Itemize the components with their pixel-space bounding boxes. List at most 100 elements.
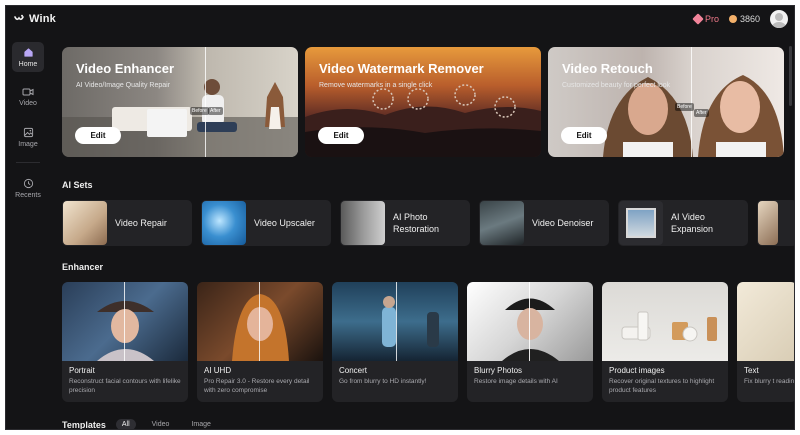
- before-tag: Before: [675, 103, 694, 111]
- enhancer-heading: Enhancer: [62, 262, 104, 272]
- sidebar-item-home[interactable]: Home: [12, 42, 44, 72]
- enhancer-description: Reconstruct facial contours with lifelik…: [69, 378, 181, 394]
- ai-set-video-repair[interactable]: Video Repair: [62, 200, 192, 246]
- enhancer-title: Portrait: [69, 366, 95, 375]
- before-after-divider[interactable]: [205, 47, 206, 157]
- enhancer-title: Product images: [609, 366, 665, 375]
- home-icon: [23, 47, 34, 58]
- ai-uhd-thumbnail: [197, 282, 323, 361]
- image-icon: [23, 127, 34, 138]
- thumbnail: [341, 201, 385, 245]
- account-area: Pro 3860: [692, 10, 788, 28]
- hero-title: Video Retouch: [562, 61, 653, 76]
- coin-count: 3860: [739, 14, 760, 24]
- pro-label: Pro: [704, 14, 719, 24]
- enhancer-card-ai-uhd[interactable]: AI UHD Pro Repair 3.0 - Restore every de…: [197, 282, 323, 402]
- products-illustration: [621, 311, 717, 342]
- edit-button[interactable]: Edit: [561, 127, 607, 144]
- sidebar-item-image[interactable]: Image: [12, 122, 44, 152]
- sidebar-item-recents[interactable]: Recents: [12, 173, 44, 203]
- templates-header: Templates All Video Image: [62, 419, 217, 430]
- thumbnail: [202, 201, 246, 245]
- ai-set-label: AI Photo Restoration: [393, 212, 440, 234]
- enhancer-description: Fix blurry t reading: [744, 378, 795, 385]
- main-content: Before After Video Enhancer AI Video/Ima…: [56, 32, 795, 430]
- enhancer-description: Go from blurry to HD instantly!: [339, 378, 427, 385]
- ai-sets-heading: AI Sets: [62, 180, 93, 190]
- enhancer-title: AI UHD: [204, 366, 232, 375]
- enhancer-title: Blurry Photos: [474, 366, 523, 375]
- thumbnail: [619, 201, 663, 245]
- app-name: Wink: [29, 13, 56, 25]
- avatar[interactable]: [770, 10, 788, 28]
- enhancer-title: Text: [744, 366, 759, 375]
- video-camera-icon: [22, 87, 34, 97]
- sidebar: Home Video Image Recents: [6, 42, 50, 213]
- brand: Wink: [14, 13, 56, 25]
- enhancer-description: Restore image details with AI: [474, 378, 558, 385]
- hero-subtitle: Customized beauty for perfect look: [562, 82, 671, 89]
- ai-set-label: AI Video Expansion: [671, 212, 714, 234]
- enhancer-card-product-images[interactable]: Product images Recover original textures…: [602, 282, 728, 402]
- hero-card-video-enhancer[interactable]: Before After Video Enhancer AI Video/Ima…: [62, 47, 298, 157]
- sidebar-item-video[interactable]: Video: [12, 82, 44, 112]
- title-bar: Wink Pro 3860: [6, 6, 794, 32]
- ai-set-label: Video Repair: [115, 218, 167, 228]
- sidebar-item-label: Home: [18, 60, 38, 68]
- portrait-thumbnail: [62, 282, 188, 361]
- ai-sets-row: Video Repair Video Upscaler AI Photo Res…: [62, 200, 794, 246]
- hero-card-watermark-remover[interactable]: Video Watermark Remover Remove watermark…: [305, 47, 541, 157]
- thumbnail: [63, 201, 107, 245]
- after-tag: After: [208, 107, 223, 115]
- portrait-illustration: [97, 282, 154, 361]
- thumbnail: [480, 201, 524, 245]
- ai-set-video-expansion[interactable]: AI Video Expansion: [618, 200, 748, 246]
- ai-set-label: Video Denoiser: [532, 218, 594, 228]
- templates-heading: Templates: [62, 419, 106, 430]
- portrait-illustration: [502, 282, 559, 361]
- coin-icon: [728, 15, 737, 23]
- blurry-photos-thumbnail: [467, 282, 593, 361]
- product-images-thumbnail: [602, 282, 728, 361]
- after-tag: After: [694, 109, 709, 117]
- hero-subtitle: AI Video/Image Quality Repair: [76, 82, 171, 89]
- sidebar-item-label: Video: [19, 100, 37, 107]
- scrollbar[interactable]: [789, 46, 792, 106]
- ai-set-photo-restoration[interactable]: AI Photo Restoration: [340, 200, 470, 246]
- enhancer-title: Concert: [339, 366, 368, 375]
- before-after-divider[interactable]: [691, 47, 692, 157]
- expansion-frame-icon: [626, 208, 656, 238]
- coin-balance[interactable]: 3860: [728, 14, 760, 24]
- portrait-illustration: [232, 282, 289, 361]
- sidebar-divider: [16, 162, 40, 163]
- before-tag: Before: [190, 107, 209, 115]
- wink-logo-icon: [14, 14, 24, 24]
- thumbnail: [758, 201, 778, 245]
- clock-icon: [23, 178, 34, 189]
- ai-set-video-upscaler[interactable]: Video Upscaler: [201, 200, 331, 246]
- text-thumbnail: [737, 282, 794, 361]
- concert-illustration: [382, 282, 439, 361]
- tab-video[interactable]: Video: [146, 419, 176, 429]
- tab-image[interactable]: Image: [185, 419, 216, 429]
- concert-thumbnail: [332, 282, 458, 361]
- tab-all[interactable]: All: [115, 419, 136, 429]
- enhancer-row: Portrait Reconstruct facial contours wit…: [62, 282, 795, 402]
- hero-banners: Before After Video Enhancer AI Video/Ima…: [56, 47, 794, 159]
- app-window: Wink Pro 3860 Home Video Image Recents B…: [5, 5, 795, 430]
- enhancer-description: Pro Repair 3.0 - Restore every detail wi…: [204, 378, 310, 394]
- edit-button[interactable]: Edit: [75, 127, 121, 144]
- pro-badge[interactable]: Pro: [692, 13, 719, 25]
- enhancer-card-portrait[interactable]: Portrait Reconstruct facial contours wit…: [62, 282, 188, 402]
- edit-button[interactable]: Edit: [318, 127, 364, 144]
- hero-subtitle: Remove watermarks in a single click: [319, 82, 433, 89]
- ai-set-label: Video Upscaler: [254, 218, 315, 228]
- enhancer-card-blurry-photos[interactable]: Blurry Photos Restore image details with…: [467, 282, 593, 402]
- hero-card-video-retouch[interactable]: Before After Video Retouch Customized be…: [548, 47, 784, 157]
- enhancer-card-text[interactable]: Text Fix blurry t reading: [737, 282, 795, 402]
- ai-set-more[interactable]: [757, 200, 794, 246]
- enhancer-card-concert[interactable]: Concert Go from blurry to HD instantly!: [332, 282, 458, 402]
- hero-title: Video Enhancer: [76, 61, 175, 76]
- sidebar-item-label: Recents: [15, 191, 41, 199]
- ai-set-video-denoiser[interactable]: Video Denoiser: [479, 200, 609, 246]
